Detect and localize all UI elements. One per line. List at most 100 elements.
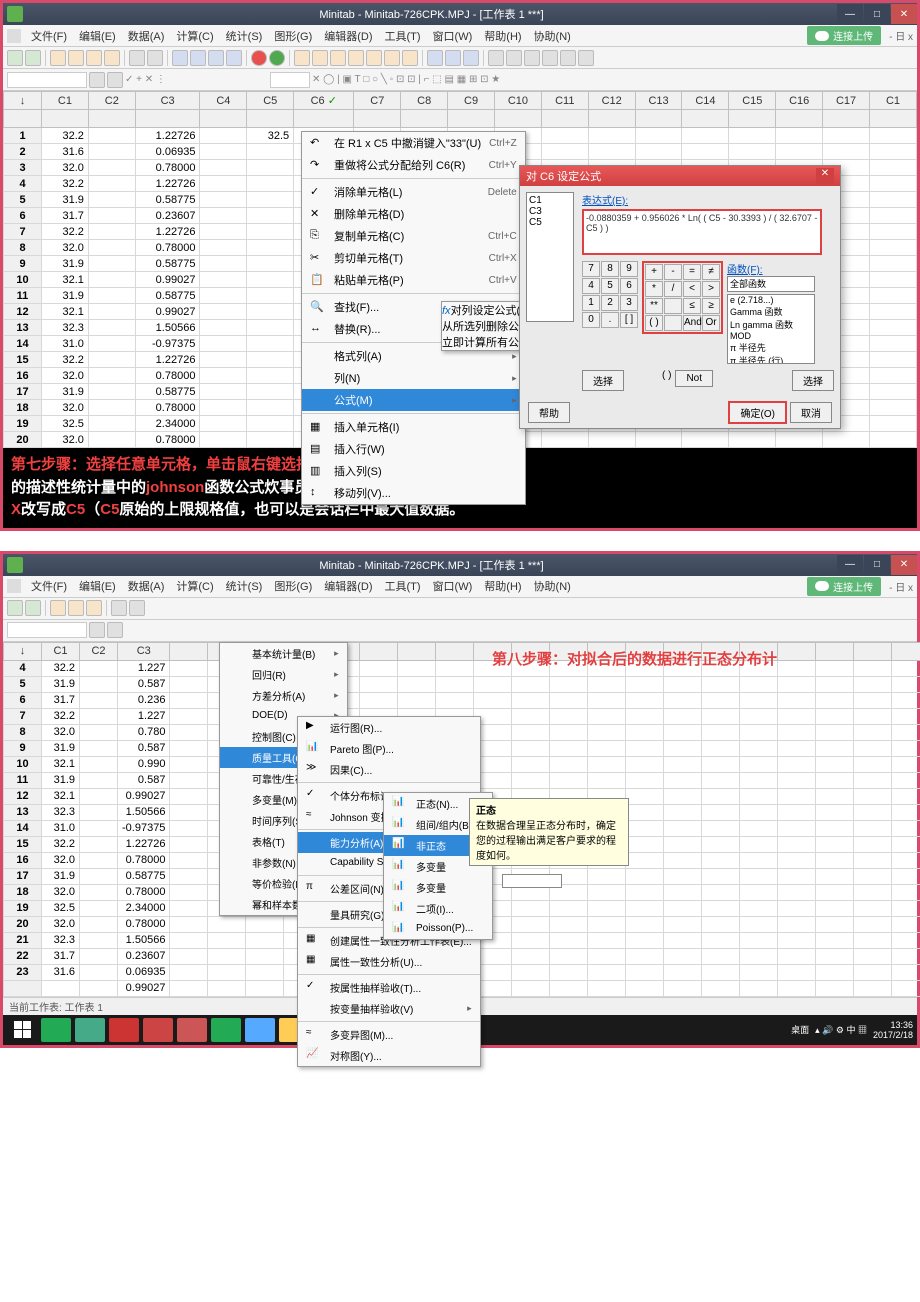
row-header[interactable]: 21 — [4, 932, 42, 948]
row-header[interactable]: 14 — [4, 336, 42, 352]
menu-item[interactable]: 📊Pareto 图(P)... — [298, 738, 480, 759]
cell[interactable]: 0.78000 — [118, 852, 170, 868]
cell[interactable]: 1.22726 — [118, 836, 170, 852]
cell[interactable] — [247, 368, 294, 384]
menu-item[interactable]: 协助(N) — [528, 578, 577, 594]
sub-window-controls[interactable]: - 日 x — [889, 28, 913, 43]
cell[interactable] — [247, 320, 294, 336]
cell[interactable] — [247, 176, 294, 192]
menu-item[interactable]: 编辑(E) — [73, 28, 122, 44]
maximize-button[interactable]: □ — [864, 555, 890, 575]
row-header[interactable]: 2 — [4, 144, 42, 160]
titlebar[interactable]: Minitab - Minitab-726CPK.MPJ - [工作表 1 **… — [3, 554, 917, 576]
col-header[interactable]: C10 — [494, 92, 541, 110]
tool-icon[interactable] — [104, 50, 120, 66]
col-header[interactable]: C2 — [88, 92, 135, 110]
menu-item[interactable]: ▥插入列(S) — [302, 460, 525, 482]
cell[interactable]: -0.97375 — [118, 820, 170, 836]
tool-icon[interactable] — [107, 72, 123, 88]
cell[interactable]: 1.22726 — [135, 176, 200, 192]
op-button[interactable] — [664, 298, 682, 314]
menu-item[interactable]: 📊Poisson(P)... — [384, 919, 492, 939]
row-header[interactable]: 23 — [4, 964, 42, 980]
op-button[interactable]: / — [664, 281, 682, 297]
key-button[interactable]: 0 — [582, 312, 600, 328]
cell[interactable]: 0.78000 — [118, 884, 170, 900]
key-button[interactable]: 6 — [620, 278, 638, 294]
key-button[interactable]: 5 — [601, 278, 619, 294]
cell[interactable]: 2.34000 — [135, 416, 200, 432]
op-button[interactable]: > — [702, 281, 720, 297]
menu-item[interactable]: ▦属性一致性分析(U)... — [298, 951, 480, 972]
menu-item[interactable]: 计算(C) — [170, 28, 219, 44]
tool-icon[interactable] — [384, 50, 400, 66]
tool-icon[interactable] — [7, 600, 23, 616]
cell[interactable]: 32.2 — [42, 176, 89, 192]
key-button[interactable]: 4 — [582, 278, 600, 294]
row-header[interactable]: 4 — [4, 176, 42, 192]
col-header[interactable]: C4 — [200, 92, 247, 110]
cell[interactable]: 0.99027 — [118, 788, 170, 804]
row-header[interactable]: 11 — [4, 772, 42, 788]
row-header[interactable]: 12 — [4, 304, 42, 320]
menu-item[interactable]: 统计(S) — [220, 28, 269, 44]
row-header[interactable]: 17 — [4, 384, 42, 400]
input[interactable] — [502, 874, 562, 888]
worksheet[interactable]: 第八步骤：对拟合后的数据进行正态分布计 ↓C1C2C3C6 ✓C7432.21.… — [3, 642, 917, 997]
col-header[interactable]: C8 — [401, 92, 448, 110]
functions-list[interactable]: e (2.718...)Gamma 函数Ln gamma 函数MODπ 半径先π… — [727, 294, 815, 364]
menu-item[interactable]: 编辑(E) — [73, 578, 122, 594]
cell[interactable]: 0.06935 — [118, 964, 170, 980]
op-button[interactable]: ( ) — [645, 315, 663, 331]
maximize-button[interactable]: □ — [864, 4, 890, 24]
menu-item[interactable]: ✓按属性抽样验收(T)... — [298, 977, 480, 998]
cell[interactable] — [247, 160, 294, 176]
select-func-button[interactable]: 选择 — [792, 370, 834, 391]
op-button[interactable]: ≠ — [702, 264, 720, 280]
cell[interactable] — [247, 224, 294, 240]
tool-icon[interactable] — [7, 50, 23, 66]
cell[interactable] — [247, 400, 294, 416]
row-header[interactable]: 19 — [4, 416, 42, 432]
cell[interactable]: 32.5 — [42, 416, 89, 432]
cell[interactable]: 32.3 — [42, 932, 80, 948]
cell[interactable]: 31.9 — [42, 740, 80, 756]
cell[interactable]: 32.0 — [42, 916, 80, 932]
menu-item[interactable]: 基本统计量(B)▸ — [220, 643, 347, 664]
menu-item[interactable]: 回归(R)▸ — [220, 664, 347, 685]
cell[interactable] — [247, 304, 294, 320]
row-header[interactable]: 18 — [4, 400, 42, 416]
menu-item[interactable]: 编辑器(D) — [318, 578, 378, 594]
op-button[interactable]: + — [645, 264, 663, 280]
row-header[interactable]: 7 — [4, 708, 42, 724]
cell[interactable]: 31.9 — [42, 676, 80, 692]
cell[interactable]: 32.0 — [42, 400, 89, 416]
row-header[interactable]: 15 — [4, 352, 42, 368]
col-header[interactable]: C9 — [448, 92, 495, 110]
tool-icon[interactable] — [578, 50, 594, 66]
tool-icon[interactable] — [542, 50, 558, 66]
taskbar-app-icon[interactable] — [211, 1018, 241, 1042]
cell[interactable]: 0.990 — [118, 756, 170, 772]
cell[interactable]: 0.58775 — [135, 256, 200, 272]
menu-item[interactable]: ▦插入单元格(I) — [302, 416, 525, 438]
cell[interactable] — [247, 240, 294, 256]
cell[interactable] — [247, 256, 294, 272]
row-header[interactable]: 11 — [4, 288, 42, 304]
cell[interactable] — [247, 208, 294, 224]
tool-icon[interactable] — [366, 50, 382, 66]
cancel-button[interactable]: 取消 — [790, 402, 832, 423]
op-button[interactable]: ** — [645, 298, 663, 314]
cell[interactable]: 1.227 — [118, 660, 170, 676]
key-button[interactable]: 8 — [601, 261, 619, 277]
row-header[interactable]: 13 — [4, 804, 42, 820]
menu-item[interactable]: 📈对称图(Y)... — [298, 1045, 480, 1066]
col-header[interactable]: C7 — [354, 92, 401, 110]
tool-icon[interactable] — [86, 600, 102, 616]
row-header[interactable]: 14 — [4, 820, 42, 836]
tool-icon[interactable] — [172, 50, 188, 66]
menu-item[interactable]: 工具(T) — [379, 28, 427, 44]
tool-icon[interactable] — [463, 50, 479, 66]
close-button[interactable]: ✕ — [891, 4, 917, 24]
cell[interactable]: 1.50566 — [118, 932, 170, 948]
